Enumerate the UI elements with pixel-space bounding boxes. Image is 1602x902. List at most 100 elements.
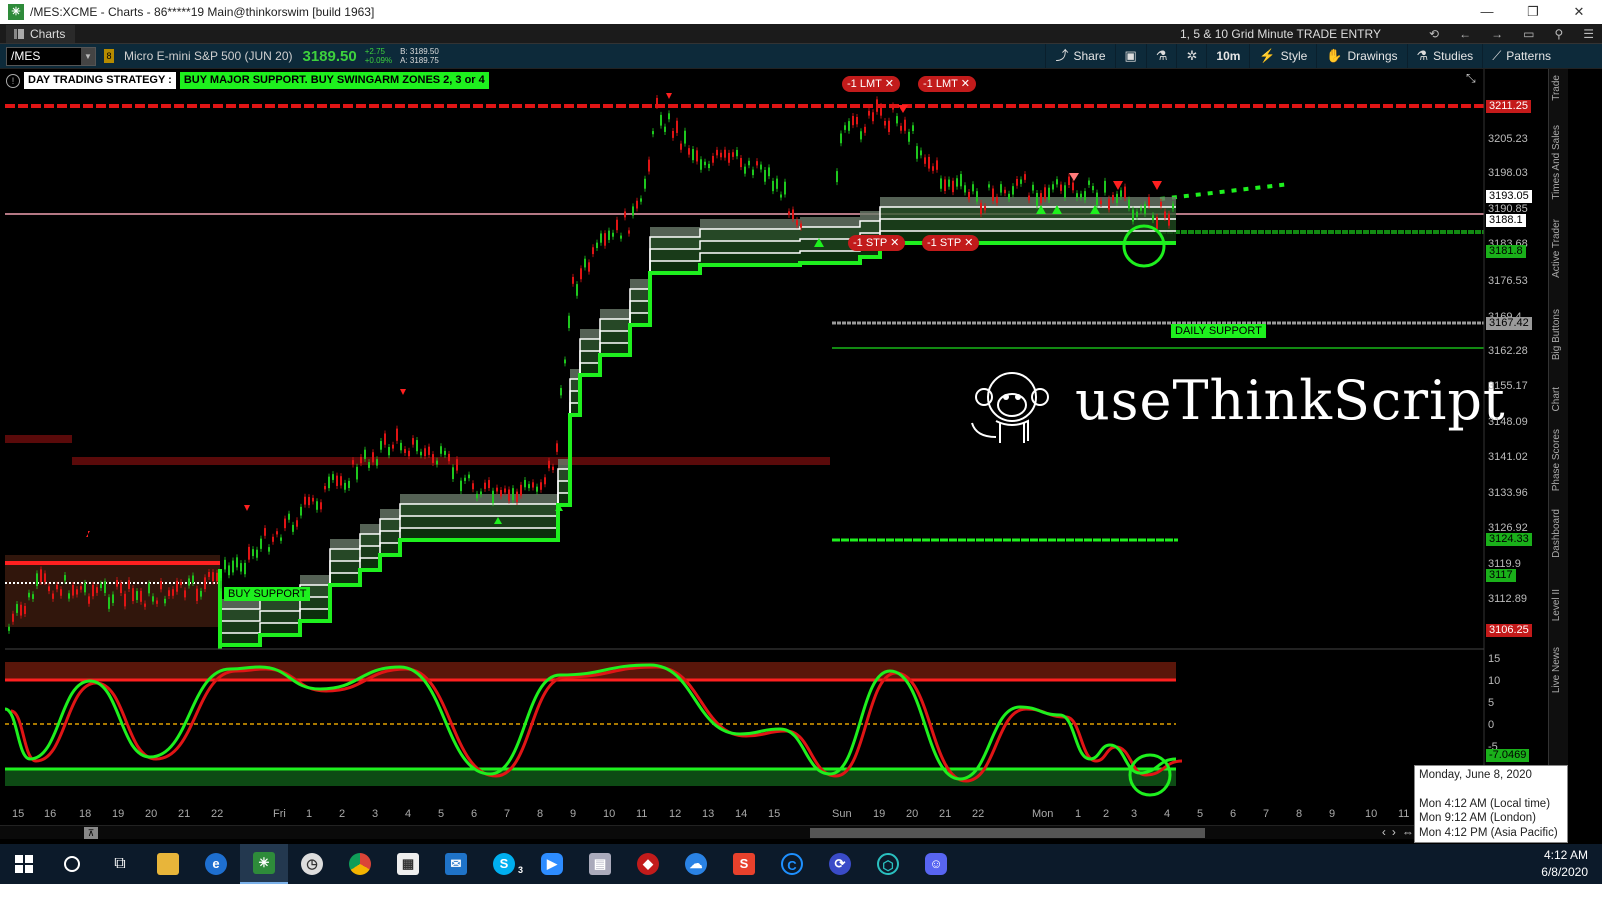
thinkorswim-button[interactable]: ✳ xyxy=(240,844,288,884)
time-axis[interactable]: 15 16 18 19 20 21 22 Fri 1 2 3 4 5 6 7 8 9 10 11 12 13 14 15 Su… xyxy=(0,805,1548,825)
time-axis-label: 5 xyxy=(438,808,445,820)
order-limit-2[interactable]: -1 LMT ✕ xyxy=(918,76,976,92)
share-button[interactable]: ⤴ Share xyxy=(1045,44,1114,68)
style-icon: ⚡ xyxy=(1259,48,1276,63)
order-stop-2[interactable]: -1 STP ✕ xyxy=(922,235,980,251)
mail-button[interactable]: ✉ xyxy=(432,844,480,884)
s-app-button[interactable]: S xyxy=(720,844,768,884)
task-view-button[interactable]: ⧉ xyxy=(96,844,144,884)
horizontal-scrollbar[interactable]: ⊼ xyxy=(0,825,1548,839)
strategy-banner: ! DAY TRADING STRATEGY : BUY MAJOR SUPPO… xyxy=(6,72,489,89)
blue-app-icon: ⟳ xyxy=(829,853,851,875)
collapse-icon[interactable]: ⤡ xyxy=(1466,71,1476,86)
support-zone-left xyxy=(5,555,220,627)
menu-icon[interactable]: ☰ xyxy=(1583,24,1594,44)
time-axis-label: 19 xyxy=(112,808,125,820)
file-explorer-button[interactable] xyxy=(144,844,192,884)
rail-tab-live-news[interactable]: Live News xyxy=(1551,647,1567,693)
c-app-button[interactable]: C xyxy=(768,844,816,884)
down-arrow-icon xyxy=(1113,181,1123,190)
order-stop-1[interactable]: -1 STP ✕ xyxy=(848,235,906,251)
down-arrow-icon xyxy=(400,389,406,395)
forward-arrow-icon[interactable]: → xyxy=(1491,24,1503,44)
rail-tab-big-buttons[interactable]: Big Buttons xyxy=(1551,309,1567,360)
back-arrow-icon[interactable]: ← xyxy=(1459,24,1471,44)
time-axis-label: 20 xyxy=(145,808,158,820)
rail-tab-times-and-sales[interactable]: Times And Sales xyxy=(1551,125,1567,200)
change-percent: +0.09% xyxy=(364,56,393,65)
change-value: +2.75 xyxy=(364,47,385,56)
price-axis-label: 3133.96 xyxy=(1488,487,1528,499)
left-arrow-icon[interactable]: ‹ xyxy=(1382,825,1386,839)
maximize-button[interactable]: ❐ xyxy=(1510,0,1556,24)
close-icon[interactable]: ✕ xyxy=(885,78,894,90)
tooltip-local: Mon 4:12 AM (Local time) xyxy=(1419,797,1551,810)
time-tooltip: Monday, June 8, 2020 Mon 4:12 AM (Local … xyxy=(1414,765,1568,843)
strategy-label: DAY TRADING STRATEGY : xyxy=(24,72,176,89)
rail-tab-chart[interactable]: Chart xyxy=(1551,387,1567,411)
drawings-button[interactable]: ✋ Drawings xyxy=(1316,44,1406,68)
teal-app-button[interactable]: ⬡ xyxy=(864,844,912,884)
rail-tab-phase-scores[interactable]: Phase Scores xyxy=(1551,429,1567,491)
settings-button[interactable]: ✲ xyxy=(1176,44,1206,68)
scroll-anchor-icon[interactable]: ⊼ xyxy=(84,827,98,839)
search-button[interactable] xyxy=(48,844,96,884)
flask-button[interactable]: ⚗ xyxy=(1145,44,1177,68)
chart-area[interactable]: ! DAY TRADING STRATEGY : BUY MAJOR SUPPO… xyxy=(0,69,1548,829)
onedrive-button[interactable]: ☁ xyxy=(672,844,720,884)
scroll-thumb[interactable] xyxy=(810,828,1205,838)
timeframe-button[interactable]: 10m xyxy=(1206,44,1249,68)
start-button[interactable] xyxy=(0,844,48,884)
clock-app-button[interactable]: ◷ xyxy=(288,844,336,884)
close-icon[interactable]: ✕ xyxy=(961,78,970,90)
refresh-icon[interactable]: ⟲ xyxy=(1429,24,1439,44)
time-axis-label: 2 xyxy=(339,808,346,820)
bid-value: B: 3189.50 xyxy=(400,47,439,56)
share-icon: ⤴ xyxy=(1055,48,1069,63)
screen-tool-button[interactable]: ▤ xyxy=(576,844,624,884)
rail-tab-trade[interactable]: Trade xyxy=(1551,75,1567,101)
symbol-value: /MES xyxy=(11,48,41,63)
close-icon[interactable]: ✕ xyxy=(890,237,899,249)
chevron-down-icon[interactable]: ▼ xyxy=(81,47,95,65)
window-controls: — ❐ ✕ xyxy=(1464,0,1602,24)
calculator-button[interactable]: ▦ xyxy=(384,844,432,884)
studies-button[interactable]: ⚗ Studies xyxy=(1406,44,1483,68)
blue-app-button[interactable]: ⟳ xyxy=(816,844,864,884)
style-button[interactable]: ⚡ Style xyxy=(1249,44,1316,68)
time-axis-label: 8 xyxy=(537,808,544,820)
chrome-button[interactable] xyxy=(336,844,384,884)
zoom-app-button[interactable]: ▶ xyxy=(528,844,576,884)
rail-tab-dashboard[interactable]: Dashboard xyxy=(1551,509,1567,558)
skype-button[interactable]: S3 xyxy=(480,844,528,884)
pin-icon[interactable]: ⚲ xyxy=(1554,24,1563,44)
monkey-logo-icon xyxy=(971,372,1049,443)
discord-button[interactable]: ☺ xyxy=(912,844,960,884)
order-limit-1[interactable]: -1 LMT ✕ xyxy=(842,76,900,92)
layout-icon[interactable]: ▭ xyxy=(1523,24,1534,44)
windows-logo-icon xyxy=(15,855,33,873)
rail-tab-active-trader[interactable]: Active Trader xyxy=(1551,219,1567,278)
oscillator-panel xyxy=(4,662,1183,797)
tab-charts[interactable]: Charts xyxy=(6,24,76,43)
patterns-button[interactable]: ⟋ Patterns xyxy=(1482,44,1560,68)
red-app-button[interactable]: ◆ xyxy=(624,844,672,884)
link-group-icon[interactable]: 8 xyxy=(104,49,114,63)
time-axis-label: 9 xyxy=(1329,808,1336,820)
calculator-icon: ▦ xyxy=(397,853,419,875)
thinkorswim-app-icon: ✳ xyxy=(8,4,24,20)
info-icon[interactable]: ! xyxy=(6,74,20,88)
snapshot-button[interactable]: ▣ xyxy=(1114,44,1146,68)
close-icon[interactable]: ✕ xyxy=(964,237,973,249)
symbol-input[interactable]: /MES ▼ xyxy=(6,46,96,66)
studies-label: Studies xyxy=(1433,49,1474,63)
right-arrow-icon[interactable]: › xyxy=(1392,825,1396,839)
close-button[interactable]: ✕ xyxy=(1556,0,1602,24)
minimize-button[interactable]: — xyxy=(1464,0,1510,24)
price-chart-canvas[interactable] xyxy=(0,69,1548,829)
fit-icon[interactable]: ⇔ xyxy=(1402,825,1414,839)
edge-button[interactable]: e xyxy=(192,844,240,884)
rail-tab-level-ii[interactable]: Level II xyxy=(1551,589,1567,621)
grid-title[interactable]: 1, 5 & 10 Grid Minute TRADE ENTRY xyxy=(1180,24,1381,44)
system-clock[interactable]: 4:12 AM 6/8/2020 xyxy=(1541,844,1588,884)
